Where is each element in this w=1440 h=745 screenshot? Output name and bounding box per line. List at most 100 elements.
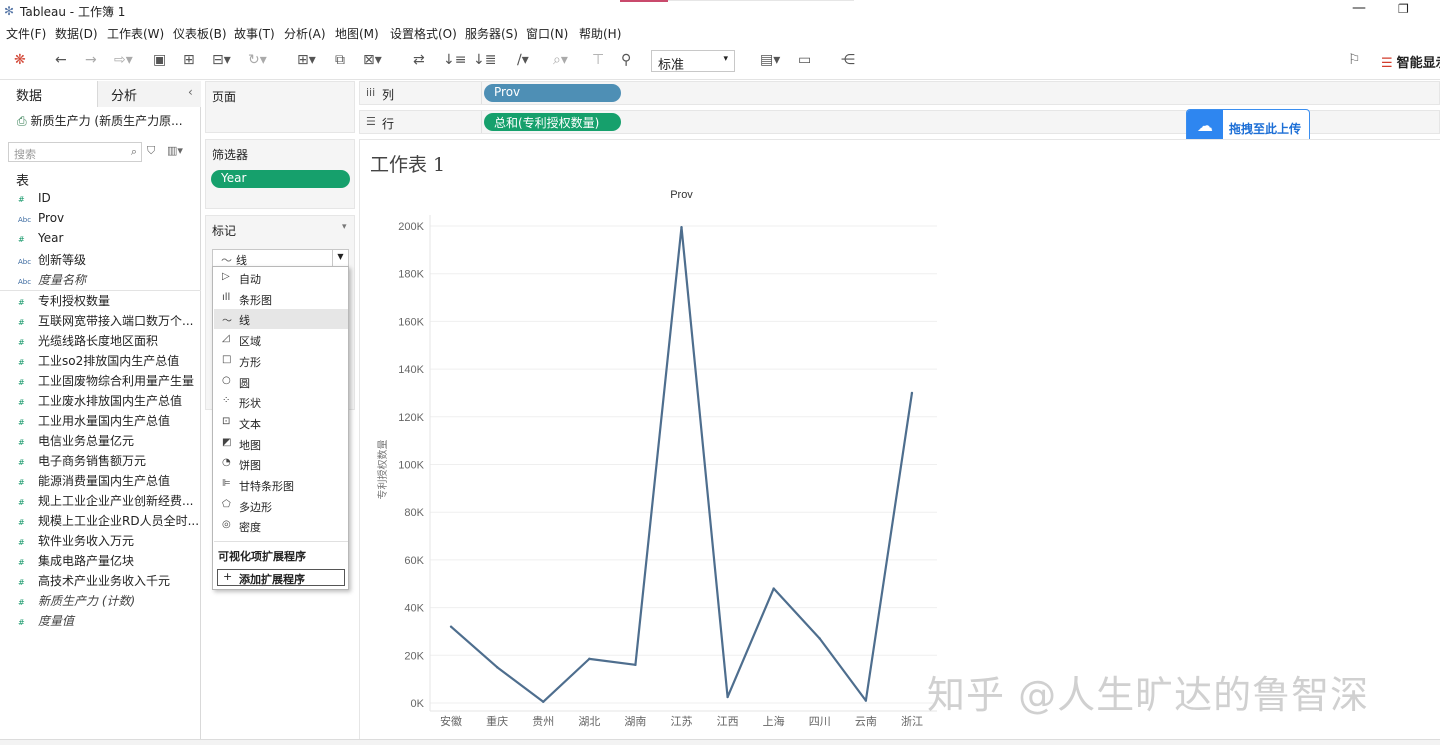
fit-select[interactable]: 标准 ▾ <box>651 50 735 73</box>
field-search-input[interactable]: 搜索 ⌕ <box>8 142 142 162</box>
filter-pill-year[interactable]: Year <box>211 170 350 188</box>
rows-pill-sum-patents[interactable]: 总和(专利授权数量) <box>484 113 621 131</box>
labels-icon[interactable]: ⊤ <box>592 52 604 68</box>
field-item[interactable]: # 电子商务销售额万元 <box>18 452 201 472</box>
mark-type-option[interactable]: ○ 圆 <box>214 372 348 392</box>
field-item[interactable]: # 工业固废物综合利用量产生量 <box>18 372 201 392</box>
mark-type-option[interactable]: 〜线 <box>214 309 348 330</box>
menu-file[interactable]: 文件(F) <box>6 25 46 42</box>
field-item[interactable]: Abc 创新等级 <box>18 251 201 271</box>
viz-canvas[interactable]: 工作表 1 Prov 0K 20K 40K 60K 80K 100K 120K 140K 160K… <box>359 139 1440 739</box>
menu-format[interactable]: 设置格式(O) <box>390 25 457 42</box>
minimize-icon[interactable]: — <box>1352 0 1366 16</box>
field-item[interactable]: # 光缆线路长度地区面积 <box>18 332 201 352</box>
field-item[interactable]: # 高技术产业业务收入千元 <box>18 572 201 592</box>
menu-story[interactable]: 故事(T) <box>234 25 275 42</box>
field-item[interactable]: # 互联网宽带接入端口数万个... <box>18 312 201 332</box>
share-icon[interactable]: ⋲ <box>841 52 855 68</box>
refresh-icon[interactable]: ↻▾ <box>248 52 267 68</box>
field-item[interactable]: # 能源消费量国内生产总值 <box>18 472 201 492</box>
duplicate-icon[interactable]: ⧉ <box>335 52 345 68</box>
format-brush-icon[interactable]: ⚐ <box>1348 52 1361 68</box>
menu-dashboard[interactable]: 仪表板(B) <box>173 25 227 42</box>
filter-icon[interactable]: ⛉ <box>147 144 155 158</box>
new-datasource-icon[interactable]: ⊞ <box>183 52 195 68</box>
show-me-button[interactable]: ☰智能显示 <box>1381 52 1440 71</box>
highlight-icon[interactable]: ∕▾ <box>517 52 529 68</box>
number-type-icon: # <box>18 478 25 487</box>
presentation-icon[interactable]: ▭ <box>798 52 811 68</box>
mark-type-option[interactable]: ⊫ 甘特条形图 <box>214 475 348 495</box>
mark-type-option[interactable]: ◔ 饼图 <box>214 454 348 474</box>
field-item[interactable]: # 工业用水量国内生产总值 <box>18 412 201 432</box>
undo-icon[interactable]: ← <box>55 52 67 68</box>
menu-worksheet[interactable]: 工作表(W) <box>107 25 164 42</box>
columns-shelf[interactable]: iii 列 Prov <box>359 81 1440 105</box>
sort-descending-icon[interactable]: ↓≣ <box>473 52 496 68</box>
menu-data[interactable]: 数据(D) <box>55 25 98 42</box>
sort-ascending-icon[interactable]: ↓≡ <box>443 52 466 68</box>
field-item[interactable]: Abc Prov <box>18 211 201 231</box>
filters-card[interactable]: 筛选器 Year <box>205 139 355 209</box>
mark-type-icon: 〜 <box>222 316 232 328</box>
group-icon[interactable]: ⌕▾ <box>553 52 568 68</box>
field-item[interactable]: # 规上工业企业产业创新经费... <box>18 492 201 512</box>
menu-analysis[interactable]: 分析(A) <box>284 25 326 42</box>
number-type-icon: # <box>18 618 25 627</box>
number-type-icon: # <box>18 398 25 407</box>
menu-window[interactable]: 窗口(N) <box>526 25 568 42</box>
collapse-pane-icon[interactable]: ‹ <box>188 85 193 99</box>
menu-help[interactable]: 帮助(H) <box>579 25 621 42</box>
y-tick-label: 180K <box>398 269 424 281</box>
new-sheet-icon[interactable]: ⊞▾ <box>297 52 316 68</box>
mark-type-option[interactable]: ▷ 自动 <box>214 268 348 288</box>
data-pane-tabs: 数据 分析 ‹ <box>0 81 201 107</box>
swap-rows-cols-icon[interactable]: ⇄ <box>413 52 425 68</box>
mark-type-label: 地图 <box>239 438 261 452</box>
mark-type-option[interactable]: ⬠ 多边形 <box>214 496 348 516</box>
mark-type-select[interactable]: 〜线 ▼ <box>212 249 349 267</box>
field-item[interactable]: # Year <box>18 231 201 251</box>
show-cards-icon[interactable]: ▤▾ <box>760 52 780 68</box>
field-name: 规上工业企业产业创新经费... <box>38 494 194 508</box>
mark-type-option[interactable]: ⁘ 形状 <box>214 392 348 412</box>
view-options-icon[interactable]: ▥▾ <box>167 144 183 157</box>
field-item[interactable]: # 规模上工业企业RD人员全时... <box>18 512 201 532</box>
tab-data[interactable]: 数据 <box>16 85 42 104</box>
upload-label: 拖拽至此上传 <box>1229 122 1302 136</box>
mark-type-option[interactable]: ◎ 密度 <box>214 516 348 536</box>
marks-card-menu-icon[interactable]: ▾ <box>342 222 347 232</box>
field-item[interactable]: # 度量值 <box>18 612 201 632</box>
y-tick-label: 0K <box>411 698 425 710</box>
field-item[interactable]: # ID <box>18 191 201 211</box>
field-item[interactable]: # 新质生产力 (计数) <box>18 592 201 612</box>
field-item[interactable]: # 软件业务收入万元 <box>18 532 201 552</box>
mark-type-option[interactable]: ıll 条形图 <box>214 289 348 309</box>
save-icon[interactable]: ▣ <box>153 52 166 68</box>
menu-map[interactable]: 地图(M) <box>335 25 379 42</box>
swap-icon[interactable]: ⇨▾ <box>114 52 133 68</box>
add-extension-button[interactable]: + 添加扩展程序 <box>217 569 345 586</box>
field-item[interactable]: Abc 度量名称 <box>18 271 201 291</box>
field-item[interactable]: # 专利授权数量 <box>18 292 201 312</box>
field-item[interactable]: # 工业废水排放国内生产总值 <box>18 392 201 412</box>
columns-pill-prov[interactable]: Prov <box>484 84 621 102</box>
pages-card[interactable]: 页面 <box>205 81 355 133</box>
mark-type-option[interactable]: ◿ 区域 <box>214 330 348 350</box>
mark-type-label: 方形 <box>239 355 261 369</box>
field-item[interactable]: # 电信业务总量亿元 <box>18 432 201 452</box>
menu-server[interactable]: 服务器(S) <box>465 25 518 42</box>
tab-analysis[interactable]: 分析 <box>111 85 137 104</box>
field-item[interactable]: # 工业so2排放国内生产总值 <box>18 352 201 372</box>
mark-type-option[interactable]: ◩ 地图 <box>214 434 348 454</box>
pin-icon[interactable]: ⚲ <box>621 52 631 68</box>
pause-update-icon[interactable]: ⊟▾ <box>212 52 231 68</box>
tableau-home-icon[interactable]: ❋ <box>14 52 26 68</box>
mark-type-option[interactable]: □ 方形 <box>214 351 348 371</box>
clear-sheet-icon[interactable]: ⊠▾ <box>363 52 382 68</box>
datasource-item[interactable]: ⎙ 新质生产力 (新质生产力原... <box>17 112 183 129</box>
field-item[interactable]: # 集成电路产量亿块 <box>18 552 201 572</box>
restore-icon[interactable]: ❐ <box>1398 2 1409 16</box>
mark-type-option[interactable]: ⊡ 文本 <box>214 413 348 433</box>
redo-icon[interactable]: → <box>85 52 97 68</box>
